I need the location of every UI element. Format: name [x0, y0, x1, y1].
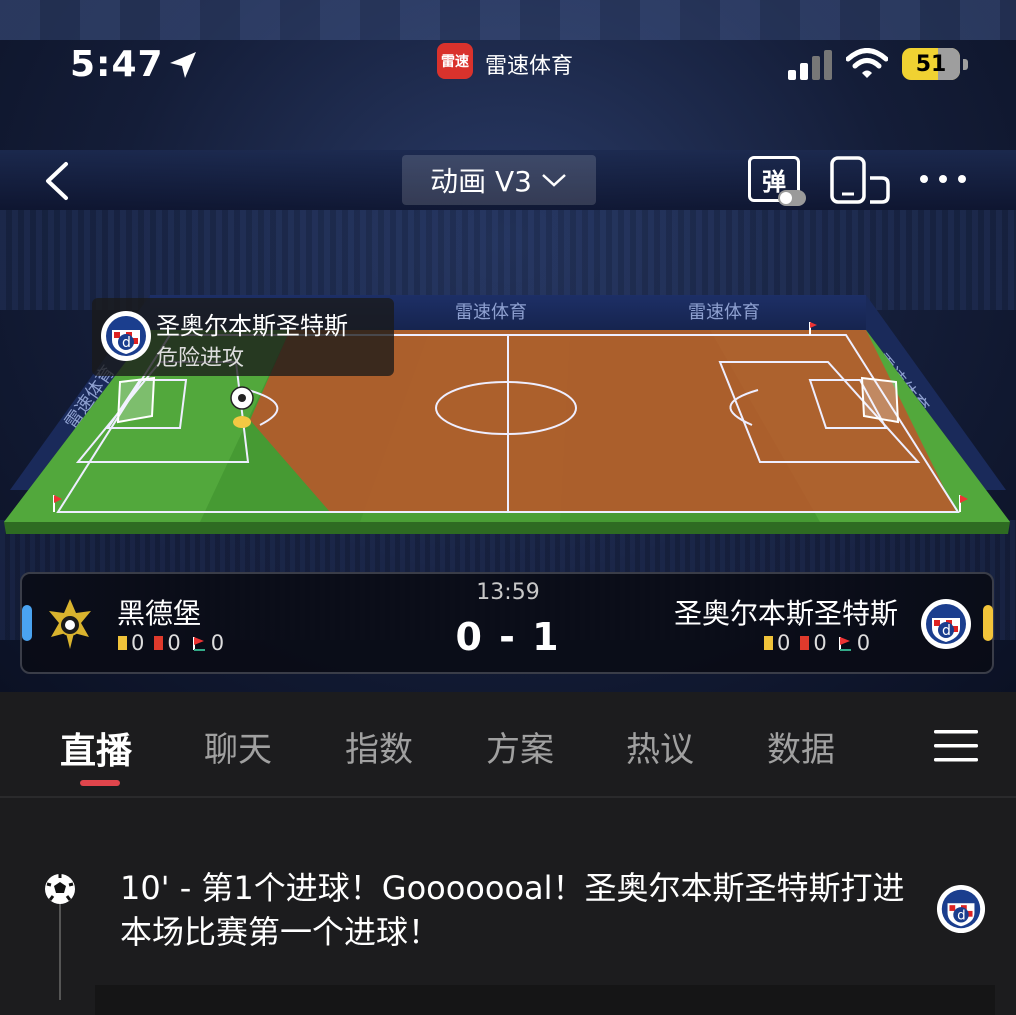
battery-icon: 51 — [902, 48, 970, 82]
tab-active-indicator — [80, 780, 120, 786]
stadium-lights — [0, 0, 1016, 40]
away-team-crest-icon: d — [921, 599, 971, 649]
away-corner-count: 0 — [856, 631, 871, 655]
tab-odds[interactable]: 指数 — [345, 722, 413, 771]
ball-marker — [233, 416, 251, 428]
timeline-line — [59, 900, 61, 1000]
away-team-crest-icon: d — [936, 884, 986, 934]
yellow-card-icon — [764, 636, 773, 650]
sponsor-text: 雷速体育 — [688, 302, 760, 323]
attack-team-name: 圣奥尔本斯圣特斯 — [156, 312, 348, 340]
tab-plans[interactable]: 方案 — [486, 722, 554, 771]
sponsor-text: 雷速体育 — [455, 302, 527, 323]
attack-indicator: d 圣奥尔本斯圣特斯 危险进攻 — [92, 298, 394, 376]
chevron-down-icon — [542, 174, 566, 187]
more-icon[interactable] — [918, 168, 968, 190]
corner-flag-icon — [838, 637, 851, 651]
right-goal — [860, 376, 900, 424]
soccer-ball-icon — [45, 874, 75, 904]
left-goal — [116, 376, 156, 424]
danmu-toggle-icon[interactable]: 弹 — [748, 156, 806, 208]
tab-live[interactable]: 直播 — [60, 722, 132, 774]
red-card-icon — [800, 636, 810, 650]
status-time: 5:47 — [70, 44, 164, 85]
wifi-icon — [846, 48, 888, 78]
away-stats: 0 0 0 — [764, 631, 880, 655]
app-badge: 雷速 — [437, 43, 473, 79]
away-red-count: 0 — [813, 631, 827, 655]
menu-icon[interactable] — [934, 728, 978, 764]
svg-text:d: d — [122, 335, 131, 351]
animation-version-dropdown[interactable]: 动画 V3 — [402, 155, 596, 205]
feed-event-text: 10' - 第1个进球！Gooooooal！圣奥尔本斯圣特斯打进本场比赛第一个进… — [120, 869, 905, 951]
away-team-name: 圣奥尔本斯圣特斯 — [673, 597, 898, 630]
danmu-switch — [778, 190, 806, 206]
app-name: 雷速体育 — [485, 54, 574, 79]
tab-data[interactable]: 数据 — [767, 722, 835, 771]
back-chevron-icon[interactable] — [40, 160, 76, 202]
away-team-crest-icon: d — [101, 311, 151, 361]
signal-icon — [788, 50, 832, 80]
tab-discussion[interactable]: 热议 — [626, 722, 694, 771]
feed-card — [95, 985, 995, 1015]
animation-version-label: 动画 V3 — [430, 165, 532, 198]
svg-text:d: d — [957, 909, 966, 924]
attack-status: 危险进攻 — [156, 346, 245, 371]
svg-text:d: d — [942, 623, 951, 639]
away-yellow-count: 0 — [777, 631, 791, 655]
tab-chat[interactable]: 聊天 — [204, 722, 272, 771]
location-arrow-icon — [170, 52, 196, 78]
battery-level: 51 — [915, 51, 947, 77]
screen-rotate-icon[interactable] — [830, 156, 890, 204]
